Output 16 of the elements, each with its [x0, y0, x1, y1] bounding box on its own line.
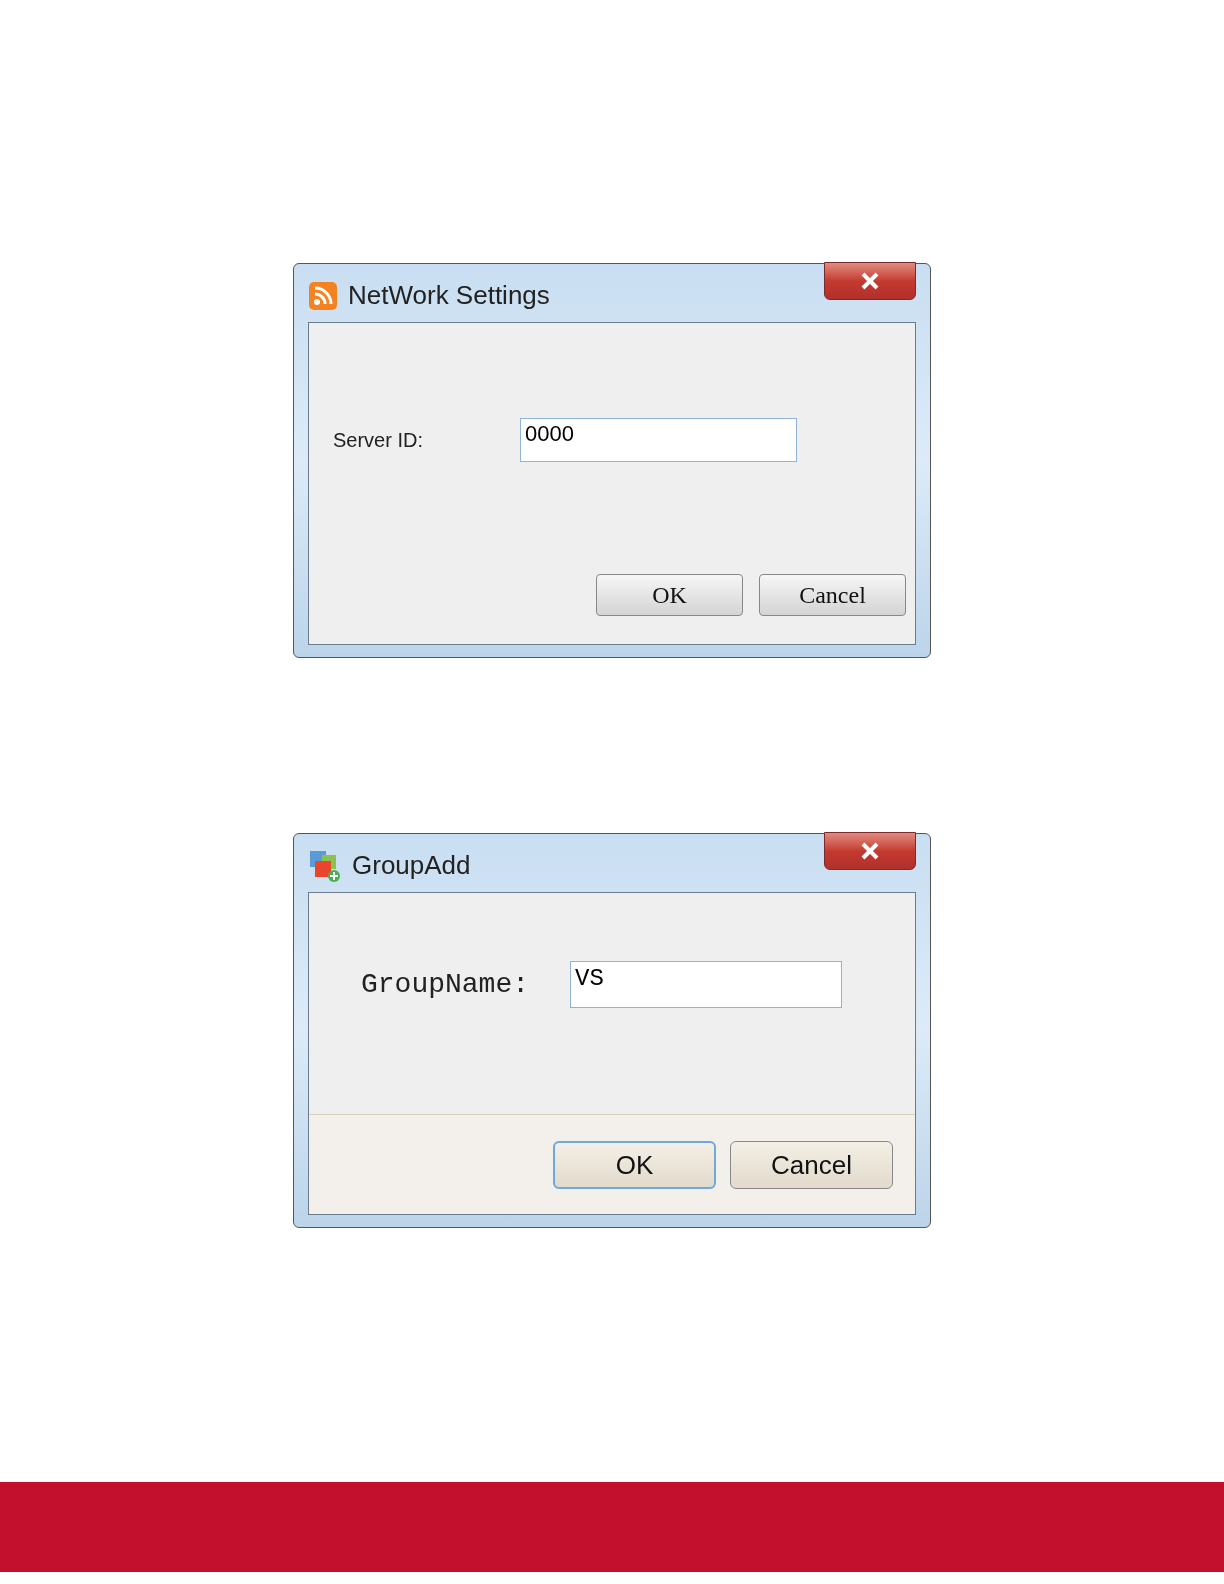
text-field[interactable]: VS: [570, 961, 842, 1008]
window-title: NetWork Settings: [348, 279, 550, 312]
ok-button[interactable]: OK: [553, 1141, 716, 1189]
cancel-button[interactable]: Cancel: [759, 574, 906, 616]
cancel-button[interactable]: Cancel: [730, 1141, 893, 1189]
text-field[interactable]: 0000: [520, 418, 797, 462]
close-button[interactable]: [824, 832, 916, 870]
close-icon: [860, 842, 880, 860]
field-label: GroupName:: [361, 967, 531, 1002]
close-button[interactable]: [824, 262, 916, 300]
window-title: GroupAdd: [352, 849, 471, 882]
ok-button[interactable]: OK: [596, 574, 743, 616]
group-add-icon: [308, 848, 342, 883]
close-icon: [860, 272, 880, 290]
field-label: Server ID:: [333, 428, 425, 453]
feed-icon: [308, 280, 338, 311]
